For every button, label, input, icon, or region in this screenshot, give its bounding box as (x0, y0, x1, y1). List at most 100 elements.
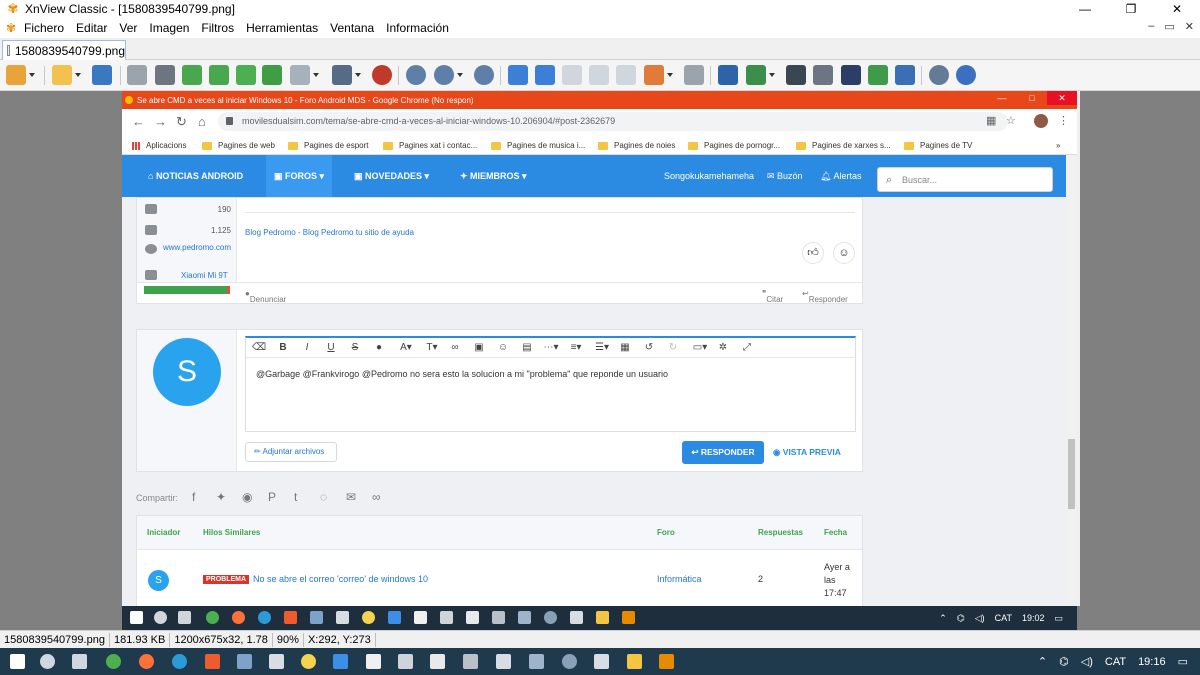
save-icon[interactable] (92, 65, 112, 85)
app-taskbar-icon[interactable] (269, 654, 284, 669)
previous-icon[interactable] (508, 65, 528, 85)
filter-icon[interactable] (332, 65, 361, 85)
col-respuestas: Respuestas (758, 528, 803, 537)
flip-icon[interactable] (236, 65, 256, 85)
adjust-icon[interactable] (290, 65, 319, 85)
effects-icon[interactable] (372, 65, 392, 85)
first-page-icon[interactable] (562, 65, 582, 85)
zoom-out-icon[interactable] (474, 65, 494, 85)
email-icon: ✉ (346, 490, 357, 504)
bookmarks-bar: Aplicacions Pagines de web Pagines de es… (122, 135, 1077, 155)
status-filesize: 181.93 KB (110, 632, 171, 647)
volume-icon[interactable]: ◁) (1081, 655, 1093, 668)
expand-icon: ⤢ (743, 342, 751, 353)
mdi-controls: – ▭ ✕ (1148, 20, 1194, 33)
notifications-icon[interactable]: ▭ (1178, 655, 1188, 668)
tray-chevron-icon[interactable]: ⌃ (1038, 655, 1047, 668)
post-website: www.pedromo.com (163, 243, 232, 252)
mdi-restore-button[interactable]: ▭ (1164, 20, 1174, 33)
app-taskbar-icon[interactable] (496, 654, 511, 669)
info-icon[interactable] (956, 65, 976, 85)
edge-taskbar-icon[interactable] (172, 654, 187, 669)
bookmark-folder: Pagines xat i contac... (383, 140, 477, 151)
scan-icon[interactable] (127, 65, 147, 85)
task-view-icon[interactable] (72, 654, 87, 669)
xnview-taskbar-icon[interactable] (659, 654, 674, 669)
chrome-window-controls: — □ ✕ (987, 91, 1077, 105)
print-icon[interactable] (813, 65, 833, 85)
binoculars-icon[interactable] (786, 65, 806, 85)
folder-icon (288, 141, 298, 150)
store-taskbar-icon (466, 611, 479, 624)
menu-ventana[interactable]: Ventana (330, 21, 374, 35)
slideshow-icon[interactable] (644, 65, 673, 85)
menu-informacion[interactable]: Información (386, 21, 449, 35)
windows-start-icon[interactable] (10, 654, 25, 669)
app-taskbar-icon[interactable] (529, 654, 544, 669)
export-icon[interactable] (262, 65, 282, 85)
tray-language[interactable]: CAT (1105, 656, 1126, 668)
settings-gear-icon[interactable] (929, 65, 949, 85)
browser-icon[interactable] (6, 65, 35, 85)
mdi-close-button[interactable]: ✕ (1185, 20, 1194, 33)
status-filename: 1580839540799.png (0, 632, 110, 647)
open-folder-icon[interactable] (52, 65, 81, 85)
scanner-icon[interactable] (841, 65, 861, 85)
app-taskbar-icon (284, 611, 297, 624)
onedrive-taskbar-icon[interactable] (333, 654, 348, 669)
document-tabbar: 1580839540799.png (0, 38, 1200, 60)
font-icon: A▾ (400, 342, 412, 353)
font-size-icon: T▾ (426, 342, 438, 353)
zoom-in-icon[interactable] (406, 65, 426, 85)
forward-arrow-icon: → (154, 114, 167, 129)
close-button[interactable]: ✕ (1154, 0, 1200, 18)
crop-icon[interactable] (155, 65, 175, 85)
xnview-menu-icon[interactable]: ✾ (6, 21, 20, 35)
app-taskbar-icon[interactable] (562, 654, 577, 669)
search-icon[interactable] (40, 654, 55, 669)
share-label: Compartir: (136, 493, 179, 503)
store-taskbar-icon[interactable] (430, 654, 445, 669)
maximize-button[interactable]: ❐ (1108, 0, 1154, 18)
chrome-taskbar-icon[interactable] (106, 654, 121, 669)
menu-herramientas[interactable]: Herramientas (246, 21, 318, 35)
menu-imagen[interactable]: Imagen (149, 21, 189, 35)
app-taskbar-icon[interactable] (237, 654, 252, 669)
minimize-button[interactable]: — (1062, 0, 1108, 18)
folder-icon (688, 141, 698, 150)
tray-clock[interactable]: 19:16 (1138, 656, 1166, 668)
menu-filtros[interactable]: Filtros (201, 21, 234, 35)
app-taskbar-icon[interactable] (594, 654, 609, 669)
chrome-address-bar: ← → ↻ ⌂ movilesdualsim.com/tema/se-abre-… (122, 109, 1077, 135)
table-row: S PROBLEMA No se abre el correo 'correo'… (137, 551, 862, 606)
fullscreen-icon[interactable] (718, 65, 738, 85)
capture-icon[interactable] (868, 65, 888, 85)
firefox-taskbar-icon[interactable] (139, 654, 154, 669)
menu-editar[interactable]: Editar (76, 21, 107, 35)
calculator-taskbar-icon[interactable] (398, 654, 413, 669)
rotate-left-icon[interactable] (182, 65, 202, 85)
menu-fichero[interactable]: Fichero (24, 21, 64, 35)
window-icon[interactable] (616, 65, 636, 85)
camera-icon[interactable] (895, 65, 915, 85)
nav-foros: ▣ FOROS ▾ (274, 171, 325, 181)
convert-icon[interactable] (746, 65, 775, 85)
explorer-taskbar-icon[interactable] (627, 654, 642, 669)
last-page-icon[interactable] (589, 65, 609, 85)
compare-icon[interactable] (684, 65, 704, 85)
app-taskbar-icon[interactable] (205, 654, 220, 669)
menu-ver[interactable]: Ver (119, 21, 137, 35)
start-icon (130, 611, 143, 624)
next-icon[interactable] (535, 65, 555, 85)
document-tab[interactable]: 1580839540799.png (2, 40, 126, 60)
network-icon[interactable]: ⌬ (1059, 655, 1069, 668)
list-icon: ☰▾ (595, 342, 609, 353)
app-taskbar-icon[interactable] (463, 654, 478, 669)
rotate-right-icon[interactable] (209, 65, 229, 85)
app-taskbar-icon[interactable] (366, 654, 381, 669)
similar-threads-table: Iniciador Hilos Similares Foro Respuesta… (136, 515, 863, 606)
mdi-minimize-button[interactable]: – (1148, 20, 1154, 33)
profile-avatar (1034, 114, 1048, 128)
zoom-icon[interactable] (434, 65, 463, 85)
app-taskbar-icon[interactable] (301, 654, 316, 669)
